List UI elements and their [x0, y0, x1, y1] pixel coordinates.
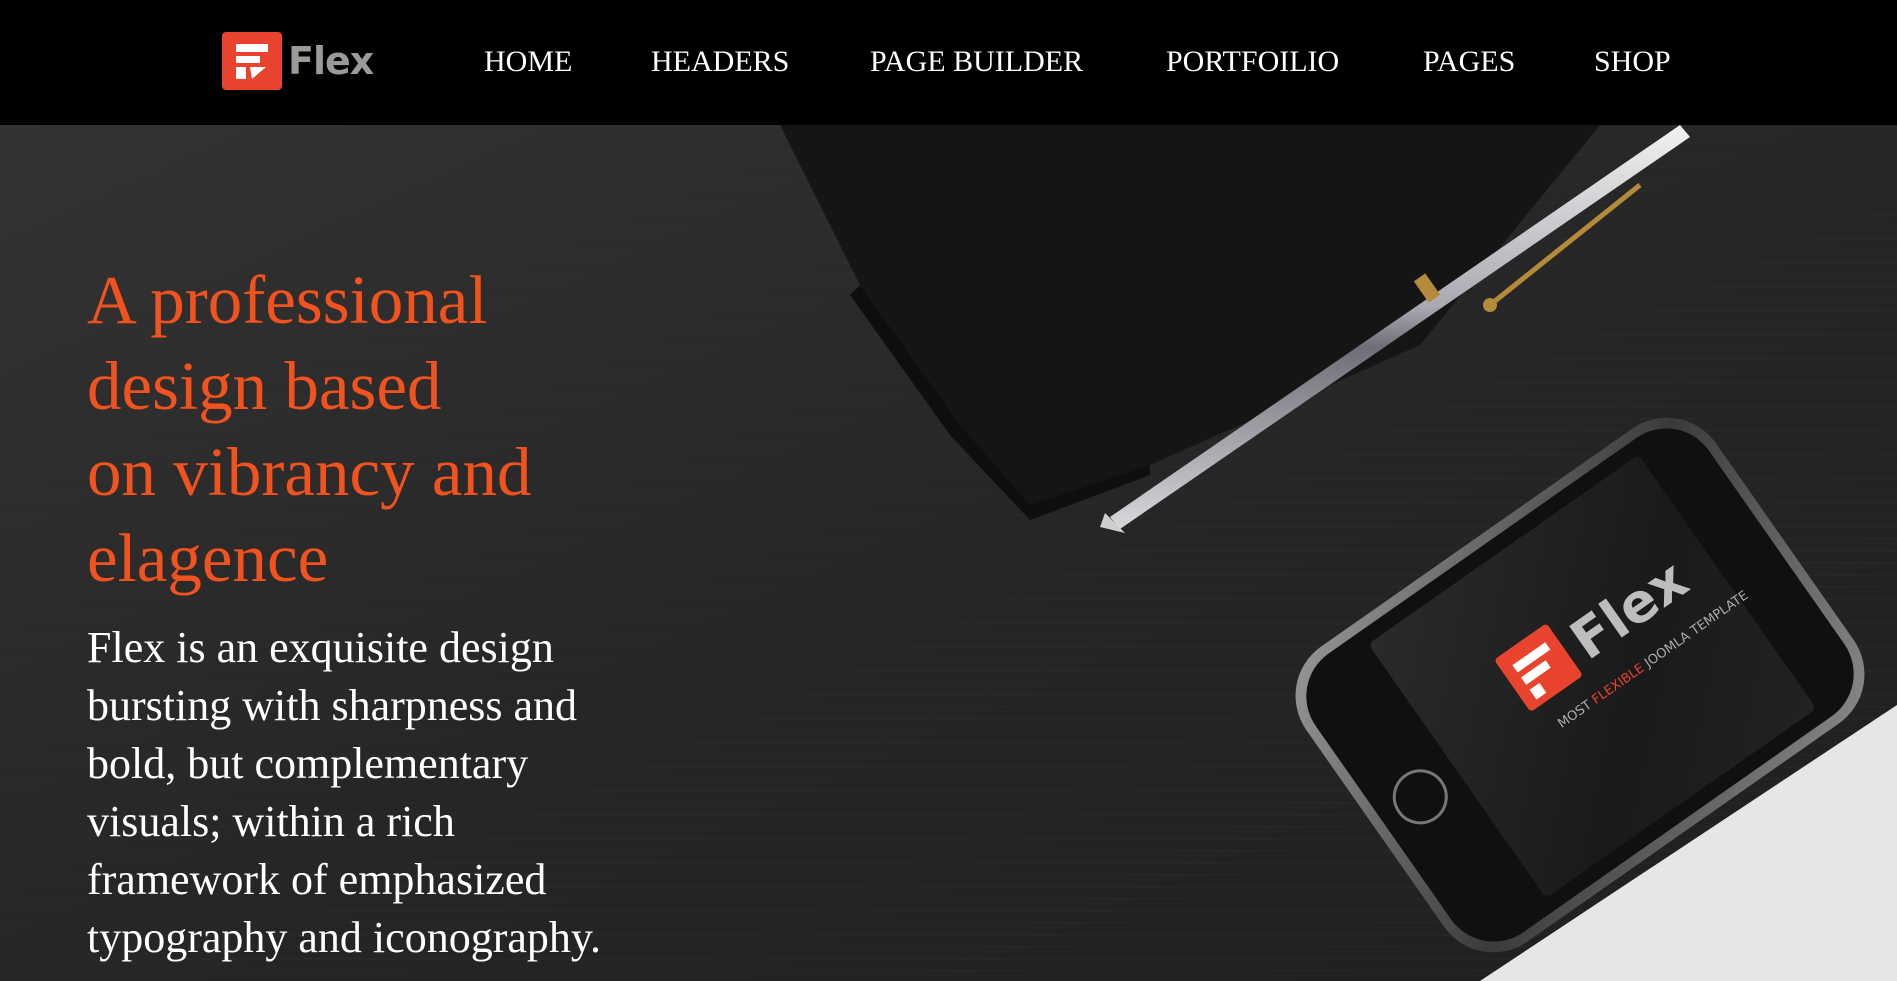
logo-wordmark: Flex [288, 39, 374, 83]
site-logo[interactable]: Flex [222, 32, 377, 90]
hero-headline: A professional design based on vibrancy … [87, 257, 647, 601]
headline-line: design based [87, 348, 442, 424]
description-line: framework of emphasized [87, 855, 547, 904]
nav-page-builder[interactable]: PAGE BUILDER [870, 40, 1083, 84]
nav-shop[interactable]: SHOP [1594, 40, 1671, 84]
headline-line: on vibrancy and [87, 434, 532, 510]
headline-line: elagence [87, 520, 329, 596]
description-line: visuals; within a rich [87, 797, 455, 846]
top-navbar: Flex HOME HEADERS PAGE BUILDER PORTFOILI… [0, 0, 1897, 125]
nav-home[interactable]: HOME [484, 40, 572, 84]
nav-headers[interactable]: HEADERS [651, 40, 789, 84]
flex-logo-icon [222, 32, 282, 90]
nav-portfolio[interactable]: PORTFOILIO [1166, 40, 1339, 84]
hero-section: Flex MOST FLEXIBLE JOOMLA TEMPLATE A pro… [0, 125, 1897, 981]
nav-pages[interactable]: PAGES [1423, 40, 1515, 84]
description-line: bold, but complementary [87, 739, 529, 788]
description-line: Flex is an exquisite design [87, 623, 554, 672]
headline-line: A professional [87, 262, 488, 338]
description-line: bursting with sharpness and [87, 681, 578, 730]
description-line: typography and iconography. [87, 913, 602, 962]
hero-description: Flex is an exquisite design bursting wit… [87, 619, 707, 967]
